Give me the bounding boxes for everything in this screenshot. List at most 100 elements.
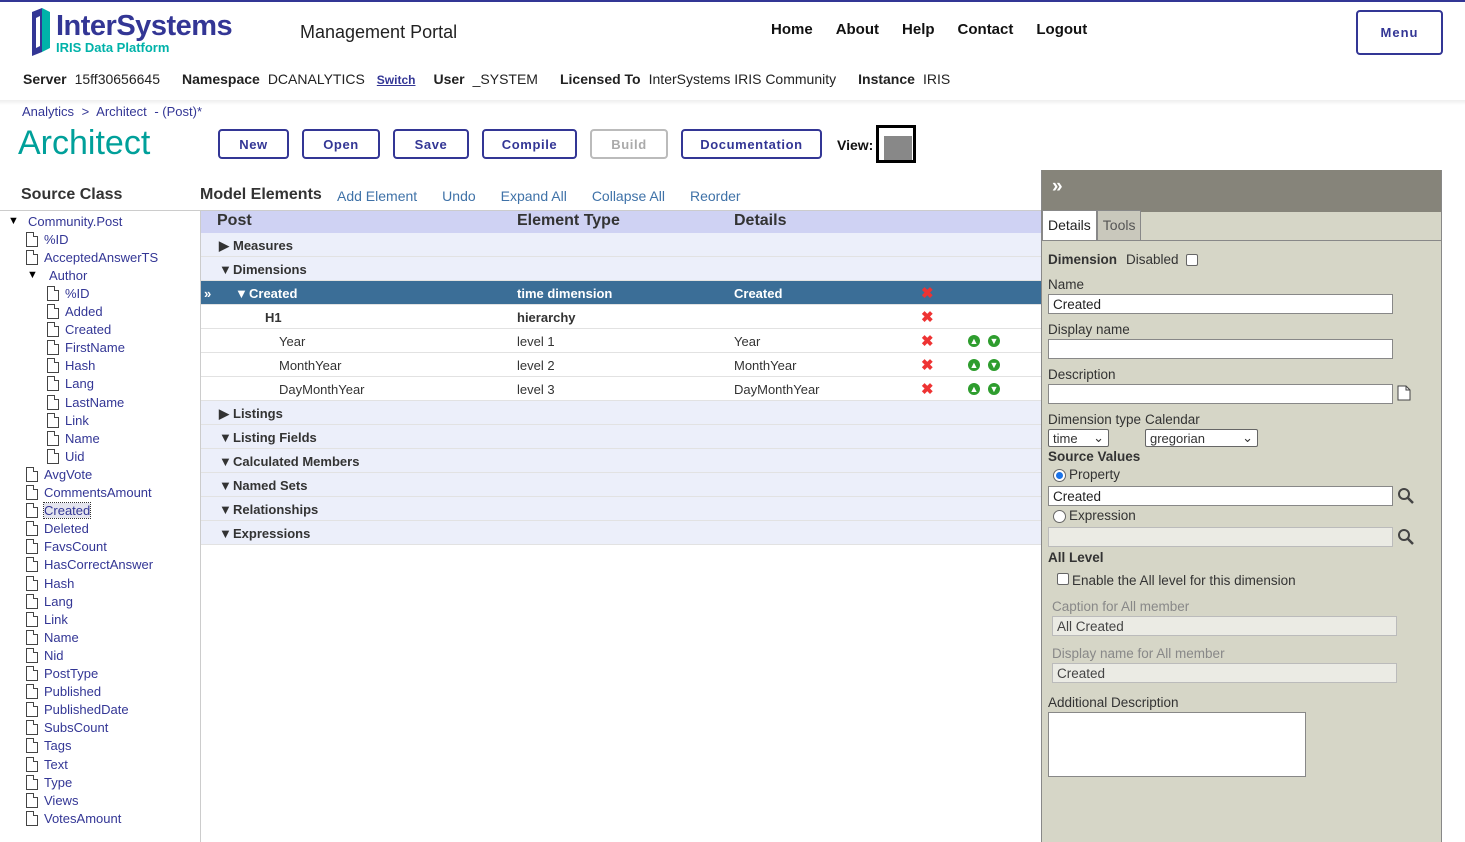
- expand-triangle-icon[interactable]: ▼: [8, 215, 28, 227]
- tree-item[interactable]: Lang: [47, 375, 94, 393]
- enable-all-level-checkbox[interactable]: [1057, 573, 1069, 585]
- move-down-icon[interactable]: ▼: [988, 335, 1000, 347]
- tree-item[interactable]: Name: [47, 429, 100, 447]
- element-group-row[interactable]: ▶ Listings: [201, 401, 1041, 425]
- move-up-icon[interactable]: ▲: [968, 335, 980, 347]
- tree-item[interactable]: VotesAmount: [26, 809, 121, 827]
- element-group-row[interactable]: ▼ Dimensions: [201, 257, 1041, 281]
- expand-toggle-icon[interactable]: ▶: [219, 238, 229, 254]
- tree-item[interactable]: CommentsAmount: [26, 484, 152, 502]
- tree-item[interactable]: LastName: [47, 393, 124, 411]
- delete-icon[interactable]: ✖: [921, 356, 934, 374]
- tree-item[interactable]: PostType: [26, 665, 98, 683]
- tree-item[interactable]: Nid: [26, 646, 64, 664]
- tree-item[interactable]: Created: [47, 321, 111, 339]
- tree-item[interactable]: ▼ Author: [26, 266, 87, 284]
- element-row[interactable]: MonthYear level 2 MonthYear ✖ ▲ ▼: [201, 353, 1041, 377]
- expand-toggle-icon[interactable]: ▼: [219, 454, 232, 469]
- element-group-row[interactable]: ▼ Relationships: [201, 497, 1041, 521]
- menu-button[interactable]: Menu: [1356, 10, 1443, 55]
- search-icon[interactable]: [1397, 528, 1414, 545]
- breadcrumb-architect[interactable]: Architect: [96, 104, 147, 119]
- tree-item[interactable]: Text: [26, 755, 68, 773]
- move-up-icon[interactable]: ▲: [968, 359, 980, 371]
- edit-description-icon[interactable]: [1397, 385, 1411, 401]
- tree-item[interactable]: Hash: [47, 357, 95, 375]
- element-group-row[interactable]: ▼ Named Sets: [201, 473, 1041, 497]
- undo-link[interactable]: Undo: [442, 188, 475, 204]
- tree-item[interactable]: Tags: [26, 737, 71, 755]
- tree-item[interactable]: Link: [26, 610, 68, 628]
- delete-icon[interactable]: ✖: [921, 380, 934, 398]
- tree-item[interactable]: AvgVote: [26, 465, 92, 483]
- tree-item[interactable]: Name: [26, 628, 79, 646]
- element-group-row[interactable]: ▼ Listing Fields: [201, 425, 1041, 449]
- expand-toggle-icon[interactable]: ▶: [219, 406, 229, 422]
- expand-toggle-icon[interactable]: ▼: [235, 286, 248, 301]
- tree-item[interactable]: Added: [47, 303, 103, 321]
- search-icon[interactable]: [1397, 487, 1414, 504]
- property-input[interactable]: [1048, 486, 1393, 506]
- caption-all-input[interactable]: [1052, 616, 1397, 636]
- tree-item[interactable]: Views: [26, 791, 78, 809]
- expression-input[interactable]: [1048, 527, 1393, 547]
- nav-contact-link[interactable]: Contact: [958, 21, 1014, 38]
- switch-namespace-link[interactable]: Switch: [377, 73, 416, 87]
- expression-radio[interactable]: [1053, 510, 1066, 523]
- build-button[interactable]: Build: [590, 129, 668, 159]
- delete-icon[interactable]: ✖: [921, 308, 934, 326]
- compile-button[interactable]: Compile: [482, 129, 577, 159]
- nav-help-link[interactable]: Help: [902, 21, 935, 38]
- tree-item[interactable]: Created: [26, 502, 92, 520]
- documentation-button[interactable]: Documentation: [681, 129, 822, 159]
- element-group-row[interactable]: ▼ Expressions: [201, 521, 1041, 545]
- nav-logout-link[interactable]: Logout: [1036, 21, 1087, 38]
- nav-about-link[interactable]: About: [836, 21, 879, 38]
- dimension-type-select[interactable]: time ⌄: [1048, 429, 1109, 447]
- tree-item[interactable]: %ID: [47, 284, 90, 302]
- tree-item[interactable]: PublishedDate: [26, 701, 129, 719]
- tab-details[interactable]: Details: [1042, 210, 1097, 240]
- save-button[interactable]: Save: [393, 129, 469, 159]
- tree-item[interactable]: Link: [47, 411, 89, 429]
- reorder-link[interactable]: Reorder: [690, 188, 741, 204]
- breadcrumb-analytics[interactable]: Analytics: [22, 104, 74, 119]
- expand-toggle-icon[interactable]: ▼: [219, 262, 232, 277]
- tree-item[interactable]: Type: [26, 773, 72, 791]
- name-input[interactable]: [1048, 294, 1393, 314]
- additional-description-textarea[interactable]: [1048, 712, 1306, 777]
- collapse-all-link[interactable]: Collapse All: [592, 188, 665, 204]
- move-down-icon[interactable]: ▼: [988, 383, 1000, 395]
- intersystems-logo[interactable]: InterSystems IRIS Data Platform: [26, 8, 246, 58]
- tree-item[interactable]: FirstName: [47, 339, 125, 357]
- add-element-link[interactable]: Add Element: [337, 188, 417, 204]
- expand-all-link[interactable]: Expand All: [501, 188, 567, 204]
- element-row[interactable]: Year level 1 Year ✖ ▲ ▼: [201, 329, 1041, 353]
- tree-item[interactable]: Hash: [26, 574, 74, 592]
- tree-item[interactable]: SubsCount: [26, 719, 108, 737]
- element-row[interactable]: DayMonthYear level 3 DayMonthYear ✖ ▲ ▼: [201, 377, 1041, 401]
- expand-toggle-icon[interactable]: ▼: [219, 502, 232, 517]
- delete-icon[interactable]: ✖: [921, 332, 934, 350]
- new-button[interactable]: New: [218, 129, 289, 159]
- tree-item[interactable]: %ID: [26, 230, 69, 248]
- expand-toggle-icon[interactable]: ▼: [219, 526, 232, 541]
- expand-toggle-icon[interactable]: ▼: [219, 478, 232, 493]
- display-name-input[interactable]: [1048, 339, 1393, 359]
- disabled-checkbox[interactable]: [1186, 254, 1198, 266]
- description-input[interactable]: [1048, 384, 1393, 404]
- tree-item[interactable]: Published: [26, 683, 101, 701]
- move-down-icon[interactable]: ▼: [988, 359, 1000, 371]
- tree-item[interactable]: AcceptedAnswerTS: [26, 248, 158, 266]
- element-row[interactable]: » ▼ Created time dimension Created ✖: [201, 281, 1041, 305]
- expand-toggle-icon[interactable]: ▼: [219, 430, 232, 445]
- element-group-row[interactable]: ▶ Measures: [201, 233, 1041, 257]
- open-button[interactable]: Open: [302, 129, 380, 159]
- tree-item[interactable]: HasCorrectAnswer: [26, 556, 153, 574]
- move-up-icon[interactable]: ▲: [968, 383, 980, 395]
- property-radio[interactable]: [1053, 469, 1066, 482]
- tree-item[interactable]: Lang: [26, 592, 73, 610]
- calendar-select[interactable]: gregorian ⌄: [1145, 429, 1258, 447]
- delete-icon[interactable]: ✖: [921, 284, 934, 302]
- element-group-row[interactable]: ▼ Calculated Members: [201, 449, 1041, 473]
